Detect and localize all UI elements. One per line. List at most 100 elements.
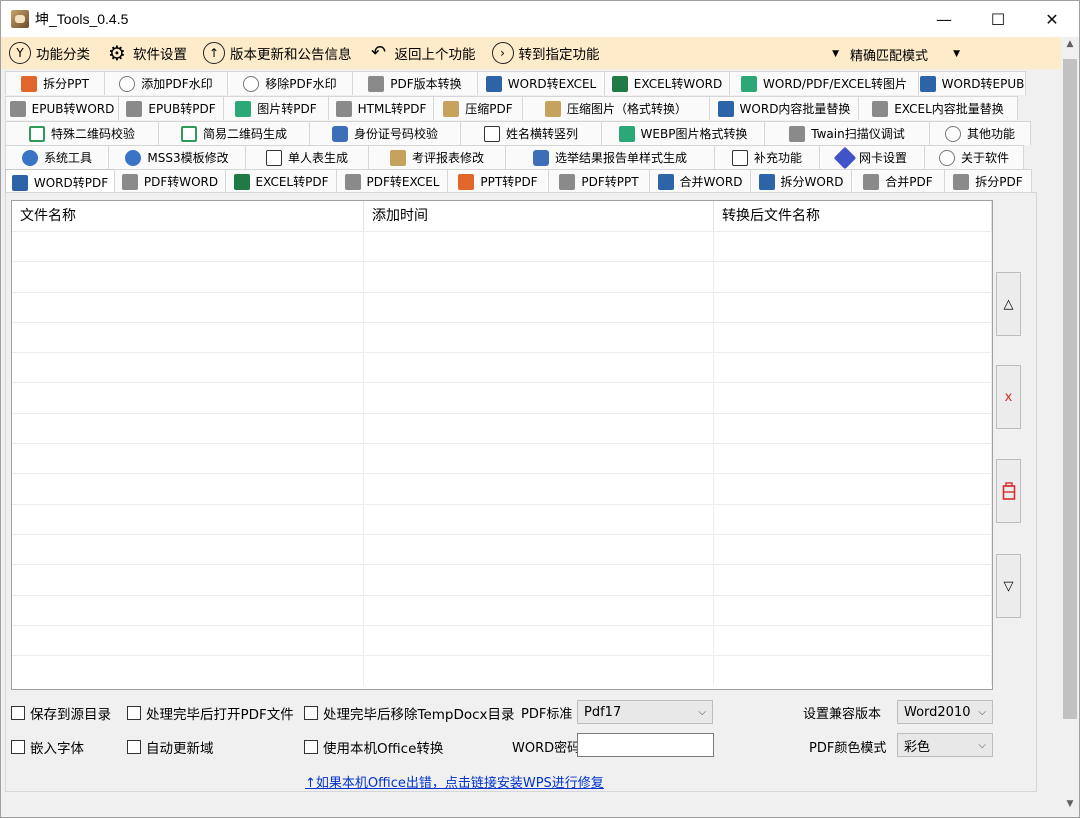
- column-header-file-name[interactable]: 文件名称: [12, 201, 364, 231]
- tab-id-verify[interactable]: 身份证号码校验: [309, 121, 461, 145]
- pdf-icon: [368, 75, 385, 92]
- checkbox-box[interactable]: [11, 706, 25, 720]
- tab-election-report[interactable]: 选举结果报告单样式生成: [505, 145, 715, 169]
- close-button[interactable]: ✕: [1025, 1, 1079, 37]
- tab-pdf-to-word[interactable]: PDF转WORD: [114, 169, 226, 193]
- table-row: [12, 291, 992, 322]
- tab-label: EXCEL转WORD: [633, 77, 723, 91]
- tab-image-to-pdf[interactable]: 图片转PDF: [223, 96, 329, 120]
- move-down-button[interactable]: ▽: [996, 554, 1021, 618]
- tab-row-5: WORD转PDF PDF转WORD EXCEL转PDF PDF转EXCEL PP…: [5, 169, 1032, 195]
- table-cell: [364, 595, 714, 625]
- table-row: [12, 624, 992, 656]
- tab-excel-to-word[interactable]: EXCEL转WORD: [604, 71, 730, 95]
- tab-single-table[interactable]: 单人表生成: [245, 145, 369, 169]
- checkbox-box[interactable]: [127, 706, 141, 720]
- menu-goto-function[interactable]: › 转到指定功能: [484, 37, 608, 69]
- pdf-color-mode-select[interactable]: 彩色 ⌵: [897, 733, 993, 757]
- function-search-combo[interactable]: ▼: [667, 41, 843, 67]
- scroll-down-icon[interactable]: ▼: [1061, 799, 1079, 815]
- pdf-standard-select[interactable]: Pdf17 ⌵: [577, 700, 713, 724]
- tab-label: 姓名横转竖列: [505, 127, 578, 141]
- tab-split-pdf[interactable]: 拆分PDF: [944, 169, 1032, 193]
- tab-epub-to-pdf[interactable]: EPUB转PDF: [118, 96, 224, 120]
- tab-qr-generate[interactable]: 简易二维码生成: [158, 121, 310, 145]
- install-wps-link[interactable]: ↑如果本机Office出错，点击链接安装WPS进行修复: [305, 772, 604, 791]
- checkbox-box[interactable]: [304, 740, 318, 754]
- file-table[interactable]: 文件名称 添加时间 转换后文件名称: [11, 200, 993, 690]
- scroll-up-icon[interactable]: ▲: [1061, 39, 1079, 55]
- tab-other[interactable]: 其他功能: [929, 121, 1031, 145]
- tab-word-batch-replace[interactable]: WORD内容批量替换: [709, 96, 859, 120]
- tab-word-to-epub[interactable]: WORD转EPUB: [918, 71, 1026, 95]
- tab-label: 添加PDF水印: [141, 77, 213, 91]
- minimize-button[interactable]: —: [917, 1, 971, 37]
- checkbox-box[interactable]: [304, 706, 318, 720]
- tab-pdf-to-excel[interactable]: PDF转EXCEL: [336, 169, 448, 193]
- report-icon: [532, 149, 549, 166]
- tab-label: 拆分WORD: [780, 175, 844, 189]
- tab-name-vertical[interactable]: 姓名横转竖列: [460, 121, 602, 145]
- column-header-converted-name[interactable]: 转换后文件名称: [714, 201, 992, 231]
- tab-supplement[interactable]: 补充功能: [714, 145, 820, 169]
- embed-fonts-checkbox[interactable]: 嵌入字体: [11, 737, 84, 757]
- tab-to-image[interactable]: WORD/PDF/EXCEL转图片: [729, 71, 919, 95]
- checkbox-label: 自动更新域: [146, 741, 214, 757]
- tab-qr-verify[interactable]: 特殊二维码校验: [5, 121, 159, 145]
- tab-webp-convert[interactable]: WEBP图片格式转换: [601, 121, 765, 145]
- tab-row-3: 特殊二维码校验 简易二维码生成 身份证号码校验 姓名横转竖列 WEBP图片格式转…: [5, 121, 1031, 145]
- tab-ppt-to-pdf[interactable]: PPT转PDF: [447, 169, 549, 193]
- open-pdf-after-checkbox[interactable]: 处理完毕后打开PDF文件: [127, 703, 294, 723]
- column-header-add-time[interactable]: 添加时间: [364, 201, 714, 231]
- clear-list-button[interactable]: [996, 459, 1021, 523]
- menu-version-update[interactable]: ↑ 版本更新和公告信息: [195, 37, 360, 69]
- compat-version-select[interactable]: Word2010 ⌵: [897, 700, 993, 724]
- tab-excel-batch-replace[interactable]: EXCEL内容批量替换: [858, 96, 1018, 120]
- checkbox-box[interactable]: [127, 740, 141, 754]
- tab-compress-pdf[interactable]: 压缩PDF: [433, 96, 523, 120]
- table-cell: [12, 474, 364, 504]
- tab-system-tools[interactable]: 系统工具: [5, 145, 109, 169]
- tab-network-settings[interactable]: 网卡设置: [819, 145, 925, 169]
- checkbox-box[interactable]: [11, 740, 25, 754]
- vertical-scrollbar[interactable]: ▲ ▼: [1061, 37, 1079, 817]
- tab-split-word[interactable]: 拆分WORD: [750, 169, 852, 193]
- tab-about[interactable]: 关于软件: [924, 145, 1024, 169]
- use-local-office-checkbox[interactable]: 使用本机Office转换: [304, 737, 443, 757]
- tab-word-to-excel[interactable]: WORD转EXCEL: [477, 71, 605, 95]
- table-row: [12, 261, 992, 292]
- maximize-button[interactable]: ☐: [971, 1, 1025, 37]
- tab-compress-image[interactable]: 压缩图片（格式转换）: [522, 96, 710, 120]
- tab-html-to-pdf[interactable]: HTML转PDF: [328, 96, 434, 120]
- menu-function-category[interactable]: Y 功能分类: [1, 37, 98, 69]
- remove-button[interactable]: x: [996, 365, 1021, 429]
- save-to-source-dir-checkbox[interactable]: 保存到源目录: [11, 703, 111, 723]
- menu-back[interactable]: ↶ 返回上个功能: [360, 37, 484, 69]
- move-up-button[interactable]: △: [996, 272, 1021, 336]
- tab-merge-word[interactable]: 合并WORD: [649, 169, 751, 193]
- tab-label: 简易二维码生成: [202, 127, 287, 141]
- table-row: [12, 473, 992, 504]
- document-icon: [731, 149, 748, 166]
- tab-epub-to-word[interactable]: EPUB转WORD: [5, 96, 119, 120]
- tab-add-pdf-watermark[interactable]: 添加PDF水印: [104, 71, 228, 95]
- tab-remove-pdf-watermark[interactable]: 移除PDF水印: [227, 71, 353, 95]
- tab-twain-debug[interactable]: Twain扫描仪调试: [764, 121, 930, 145]
- table-cell: [364, 383, 714, 413]
- menu-software-settings[interactable]: ⚙ 软件设置: [98, 37, 195, 69]
- tab-evaluation-report[interactable]: 考评报表修改: [368, 145, 506, 169]
- word-password-input[interactable]: [577, 733, 714, 757]
- tab-pdf-to-ppt[interactable]: PDF转PPT: [548, 169, 650, 193]
- remove-tempdocx-checkbox[interactable]: 处理完毕后移除TempDocx目录: [304, 703, 515, 723]
- tab-merge-pdf[interactable]: 合并PDF: [851, 169, 945, 193]
- tab-excel-to-pdf[interactable]: EXCEL转PDF: [225, 169, 337, 193]
- tab-mss3-template[interactable]: MSS3模板修改: [108, 145, 246, 169]
- scroll-thumb[interactable]: [1063, 59, 1077, 719]
- tab-pdf-version[interactable]: PDF版本转换: [352, 71, 478, 95]
- info-icon: [938, 149, 955, 166]
- table-cell: [12, 625, 364, 656]
- checkbox-label: 使用本机Office转换: [323, 741, 444, 757]
- match-mode-combo[interactable]: 精确匹配模式 ▼: [846, 41, 964, 67]
- auto-update-fields-checkbox[interactable]: 自动更新域: [127, 737, 214, 757]
- tab-split-ppt[interactable]: 拆分PPT: [5, 71, 105, 95]
